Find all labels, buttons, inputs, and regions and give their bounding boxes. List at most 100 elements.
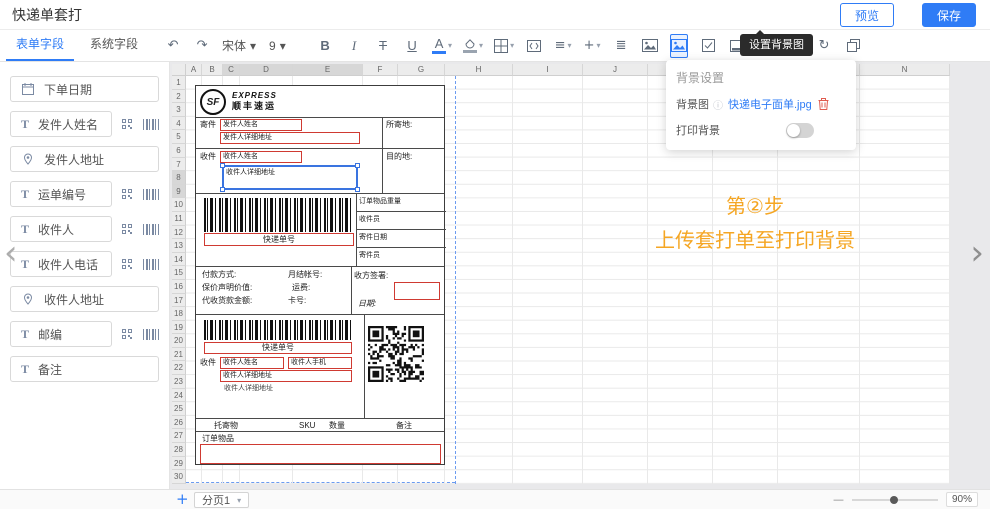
resize-handle[interactable] [220,187,225,192]
collapse-left-arrow[interactable]: ‹ [4,236,18,270]
field-sender-address[interactable]: 发件人地址 [10,146,159,172]
row-header-7[interactable]: 7 [172,158,186,172]
field-remark[interactable]: T 备注 [10,356,159,382]
row-header-13[interactable]: 13 [172,239,186,253]
font-color-button[interactable]: A▾ [432,34,452,58]
insert-image-button[interactable] [641,34,659,58]
placed-field-recipient-address-2[interactable]: 收件人详细地址 [220,370,352,382]
row-header-1[interactable]: 1 [172,76,186,90]
column-header-J[interactable]: J [583,64,648,76]
font-size-select[interactable]: 9▾ [269,34,305,58]
zoom-slider-handle[interactable] [890,496,898,504]
fill-color-button[interactable]: ▾ [463,34,483,58]
column-header-H[interactable]: H [445,64,513,76]
bold-button[interactable]: B [316,34,334,58]
refresh-button[interactable]: ↻ [815,34,833,58]
list-button[interactable]: ≣ [612,34,630,58]
field-order-date[interactable]: 下单日期 [10,76,159,102]
zoom-out-button[interactable]: — [833,493,844,506]
resize-handle[interactable] [220,163,225,168]
sheet-corner[interactable] [172,64,186,76]
row-header-24[interactable]: 24 [172,389,186,403]
font-family-select[interactable]: 宋体▾ [222,34,258,58]
qrcode-icon[interactable] [119,255,136,273]
delete-background-button[interactable] [818,98,829,110]
qrcode-icon[interactable] [119,220,136,238]
tab-form-fields[interactable]: 表单字段 [6,30,74,61]
row-header-18[interactable]: 18 [172,307,186,321]
placed-field-sender-name[interactable]: 发件人姓名 [220,119,302,131]
align-button[interactable]: ≡▾ [554,34,572,58]
tab-system-fields[interactable]: 系统字段 [80,30,148,61]
row-header-28[interactable]: 28 [172,443,186,457]
qrcode-icon[interactable] [119,325,136,343]
set-background-image-button[interactable] [670,34,688,58]
expand-right-arrow[interactable]: › [970,236,984,270]
row-header-12[interactable]: 12 [172,226,186,240]
row-header-21[interactable]: 21 [172,348,186,362]
insert-button[interactable]: +▾ [583,34,601,58]
row-header-9[interactable]: 9 [172,185,186,199]
copy-button[interactable] [844,34,862,58]
checkbox-tool-button[interactable] [699,34,717,58]
row-header-30[interactable]: 30 [172,470,186,484]
row-header-5[interactable]: 5 [172,130,186,144]
row-header-6[interactable]: 6 [172,144,186,158]
row-header-16[interactable]: 16 [172,280,186,294]
row-header-10[interactable]: 10 [172,198,186,212]
column-header-C[interactable]: C [223,64,240,76]
placed-field-tracking-number[interactable]: 快递单号 [204,233,354,246]
barcode-icon[interactable] [143,220,160,238]
field-recipient-phone[interactable]: T 收件人电话 [10,251,112,277]
row-header-22[interactable]: 22 [172,361,186,375]
add-page-button[interactable]: + [176,490,189,509]
row-header-3[interactable]: 3 [172,103,186,117]
barcode-icon[interactable] [143,115,160,133]
column-header-D[interactable]: D [240,64,293,76]
placed-field-tracking-number-2[interactable]: 快递单号 [204,342,352,354]
underline-button[interactable]: U [403,34,421,58]
field-recipient-address[interactable]: 收件人地址 [10,286,159,312]
row-header-29[interactable]: 29 [172,457,186,471]
placed-field-order-items[interactable] [200,444,441,464]
redo-button[interactable]: ↷ [193,34,211,58]
borders-button[interactable]: ▾ [494,34,514,58]
row-header-14[interactable]: 14 [172,253,186,267]
column-header-F[interactable]: F [363,64,398,76]
background-file-link[interactable]: 快递电子面单.jpg [728,96,812,112]
column-header-I[interactable]: I [513,64,583,76]
row-header-2[interactable]: 2 [172,90,186,104]
column-header-B[interactable]: B [202,64,223,76]
column-header-N[interactable]: N [860,64,950,76]
row-header-15[interactable]: 15 [172,266,186,280]
column-header-G[interactable]: G [398,64,445,76]
column-header-E[interactable]: E [293,64,363,76]
placed-field-signature[interactable] [394,282,440,300]
row-header-25[interactable]: 25 [172,402,186,416]
row-header-23[interactable]: 23 [172,375,186,389]
row-header-11[interactable]: 11 [172,212,186,226]
placed-field-recipient-name-2[interactable]: 收件人姓名 [220,357,284,369]
field-recipient[interactable]: T 收件人 [10,216,112,242]
qrcode-icon[interactable] [119,115,136,133]
save-button[interactable]: 保存 [922,3,976,27]
preview-button[interactable]: 预览 [840,3,894,27]
placed-field-recipient-name[interactable]: 收件人姓名 [220,151,302,163]
field-postcode[interactable]: T 邮编 [10,321,112,347]
selected-field-recipient-address[interactable]: 收件人详细地址 [222,165,358,190]
placed-field-sender-address[interactable]: 发件人详细地址 [220,132,360,144]
resize-handle[interactable] [355,163,360,168]
barcode-icon[interactable] [143,185,160,203]
row-header-27[interactable]: 27 [172,429,186,443]
qrcode-icon[interactable] [119,185,136,203]
barcode-icon[interactable] [143,255,160,273]
field-waybill-number[interactable]: T 运单编号 [10,181,112,207]
row-header-17[interactable]: 17 [172,294,186,308]
italic-button[interactable]: I [345,34,363,58]
field-sender-name[interactable]: T 发件人姓名 [10,111,112,137]
placed-field-recipient-mobile[interactable]: 收件人手机 [288,357,352,369]
column-header-A[interactable]: A [186,64,202,76]
barcode-icon[interactable] [143,325,160,343]
row-header-8[interactable]: 8 [172,171,186,185]
resize-handle[interactable] [355,187,360,192]
